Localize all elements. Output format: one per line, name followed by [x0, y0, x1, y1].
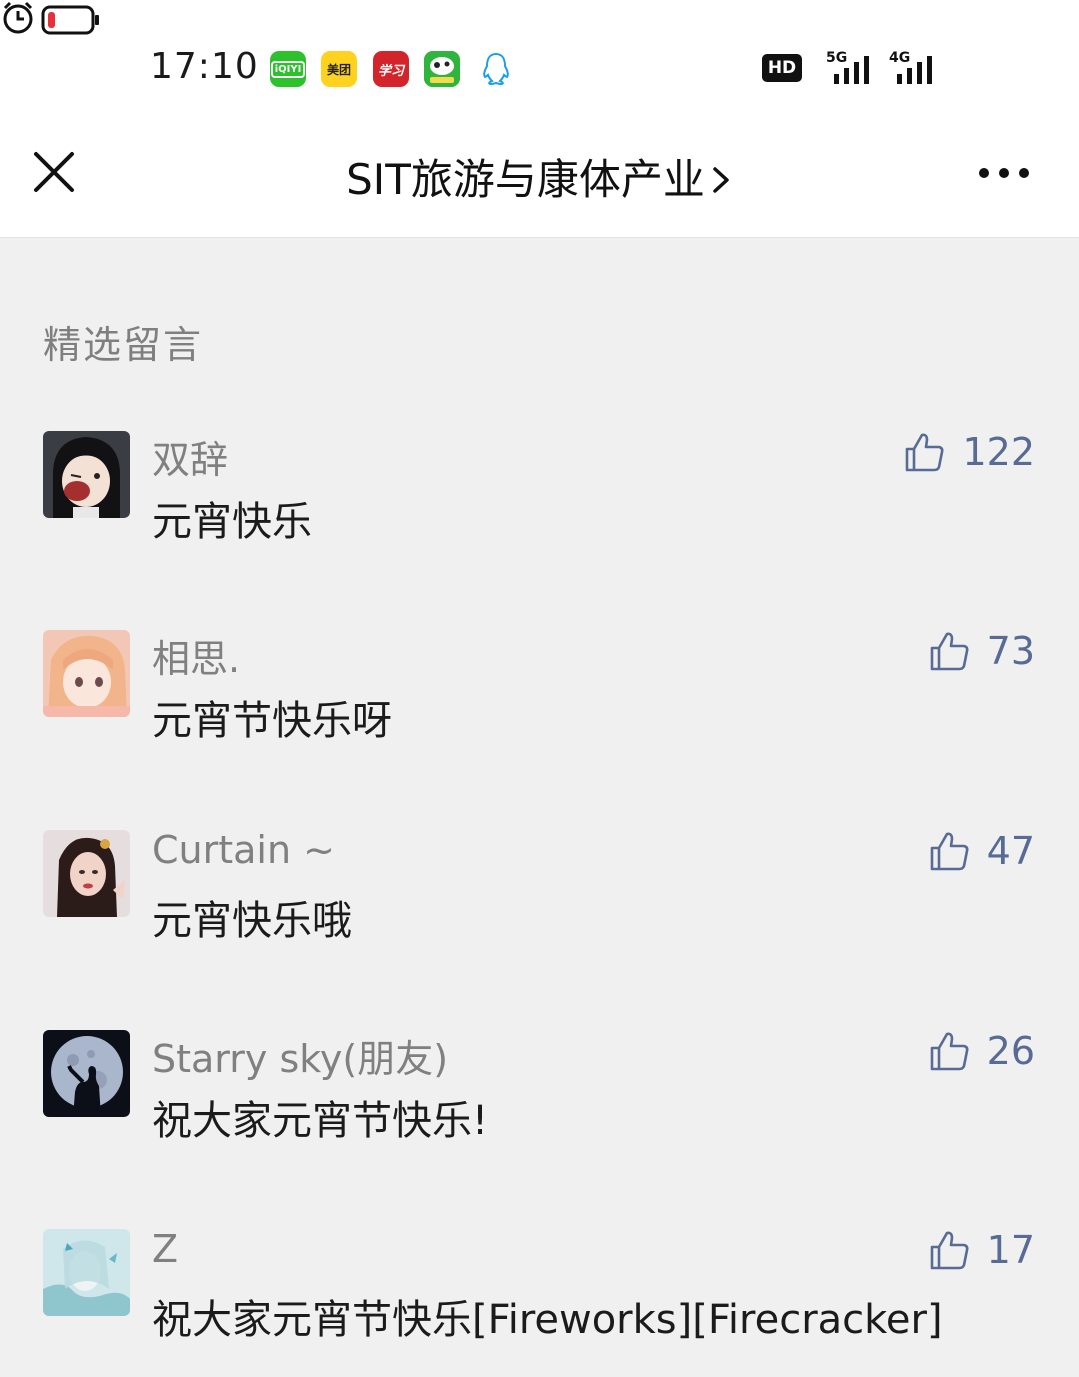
thumbs-up-icon	[930, 832, 969, 871]
title-bar: SIT旅游与康体产业	[0, 120, 1079, 238]
page-title-text: SIT旅游与康体产业	[346, 155, 705, 204]
like-count: 47	[986, 829, 1035, 873]
status-bar: 17:10 iQIYI 美团 学习 HD 5G 4G	[0, 0, 1079, 120]
comment-content: 元宵快乐	[152, 499, 312, 545]
avatar[interactable]	[43, 830, 130, 917]
more-button[interactable]	[970, 160, 1036, 186]
avatar[interactable]	[43, 1229, 130, 1316]
comment-item: 双辞 元宵快乐 122	[0, 429, 1079, 551]
comment-content: 元宵节快乐呀	[152, 698, 392, 744]
page-title[interactable]: SIT旅游与康体产业	[0, 146, 1079, 207]
like-button[interactable]: 47	[927, 826, 1035, 876]
comment-nickname[interactable]: 双辞	[152, 429, 228, 484]
status-time: 17:10	[150, 46, 259, 87]
battery-icon	[41, 5, 100, 35]
meituan-label: 美团	[326, 62, 351, 77]
like-count: 122	[962, 430, 1035, 474]
thumbs-up-icon	[906, 433, 944, 472]
comment-content: 祝大家元宵节快乐[Fireworks][Firecracker]	[152, 1297, 943, 1343]
thumbs-up-icon	[930, 632, 969, 671]
iqiyi-icon: iQIYI	[270, 51, 306, 87]
avatar[interactable]	[43, 630, 130, 717]
like-count: 26	[986, 1029, 1035, 1073]
like-count: 73	[986, 629, 1035, 673]
hd-label: HD	[767, 58, 797, 78]
xuexi-label: 学习	[377, 63, 404, 79]
chevron-right-icon	[711, 158, 733, 207]
comment-item: 相思. 元宵节快乐呀 73	[0, 628, 1079, 750]
like-count: 17	[986, 1228, 1035, 1272]
thumbs-up-icon	[930, 1231, 969, 1270]
like-button[interactable]: 26	[927, 1026, 1035, 1076]
game-icon	[424, 51, 460, 87]
comment-content: 元宵快乐哦	[152, 898, 352, 944]
comment-item: Starry sky(朋友) 祝大家元宵节快乐! 26	[0, 1028, 1079, 1150]
meituan-icon: 美团	[321, 51, 357, 87]
thumbs-up-icon	[930, 1032, 969, 1071]
like-button[interactable]: 17	[927, 1225, 1035, 1275]
comment-nickname[interactable]: Curtain ~	[152, 828, 335, 872]
like-button[interactable]: 73	[927, 626, 1035, 676]
signal-5g-icon: 5G	[816, 50, 876, 86]
signal-4g-icon: 4G	[889, 50, 939, 86]
comment-item: Curtain ~ 元宵快乐哦 47	[0, 828, 1079, 950]
xuexi-icon: 学习	[373, 51, 409, 87]
comment-item: Z 祝大家元宵节快乐[Fireworks][Firecracker] 17	[0, 1227, 1079, 1349]
alarm-icon	[3, 1, 33, 34]
qq-icon	[478, 51, 514, 87]
more-dots-icon	[979, 168, 1029, 178]
comment-nickname[interactable]: 相思.	[152, 628, 240, 683]
iqiyi-label: iQIYI	[270, 60, 306, 78]
comment-content: 祝大家元宵节快乐!	[152, 1098, 489, 1144]
comment-nickname[interactable]: Z	[152, 1227, 178, 1271]
like-button[interactable]: 122	[902, 427, 1035, 477]
avatar[interactable]	[43, 431, 130, 518]
hd-icon: HD	[762, 54, 802, 82]
comment-nickname[interactable]: Starry sky(朋友)	[152, 1028, 448, 1083]
avatar[interactable]	[43, 1030, 130, 1117]
section-title: 精选留言	[43, 323, 204, 367]
